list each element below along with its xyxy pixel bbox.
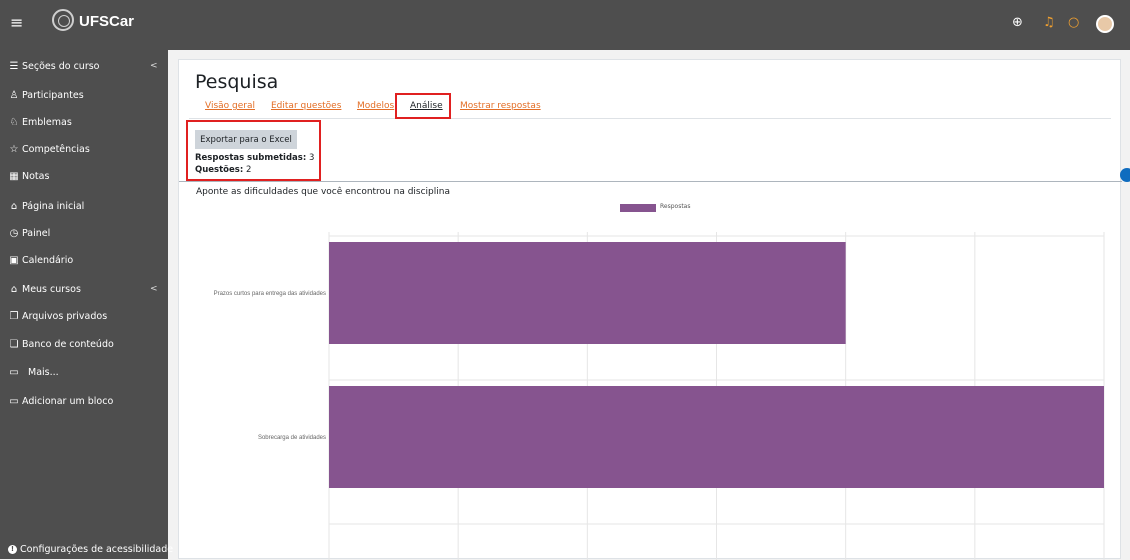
drawer-item-emblemas[interactable]: ♘ Emblemas bbox=[8, 117, 72, 128]
grades-icon: ▦ bbox=[9, 171, 19, 182]
tab-mostrar-respostas[interactable]: Mostrar respostas bbox=[460, 101, 541, 111]
accessibility-settings-link[interactable]: ! Configurações de acessibilidade bbox=[8, 544, 173, 555]
section-separator bbox=[179, 181, 1122, 182]
chart-bar bbox=[329, 242, 846, 344]
chart-bar bbox=[329, 386, 1104, 488]
tab-divider bbox=[189, 118, 1111, 119]
drawer-item-label: Banco de conteúdo bbox=[22, 339, 114, 350]
top-navbar: ≡ UFSCar ⊕ ♫ ○ bbox=[0, 0, 1130, 50]
course-drawer: ☰ Seções do curso < ♙ Participantes ♘ Em… bbox=[0, 50, 168, 559]
collapse-chevron-icon[interactable]: < bbox=[150, 61, 158, 71]
site-brand[interactable]: UFSCar bbox=[79, 13, 134, 30]
tab-editar-questoes[interactable]: Editar questões bbox=[271, 101, 341, 111]
drawer-item-label: Participantes bbox=[22, 90, 84, 101]
calendar-icon: ▣ bbox=[9, 255, 19, 266]
drawer-item-secoes[interactable]: ☰ Seções do curso bbox=[8, 61, 100, 72]
drawer-item-label: Emblemas bbox=[22, 117, 72, 128]
category-label: Prazos curtos para entrega das atividade… bbox=[214, 291, 326, 297]
drawer-item-meus-cursos[interactable]: ⌂ Meus cursos bbox=[8, 284, 81, 295]
avatar[interactable] bbox=[1096, 15, 1114, 33]
drawer-item-notas[interactable]: ▦ Notas bbox=[8, 171, 49, 182]
drawer-item-calendario[interactable]: ▣ Calendário bbox=[8, 255, 73, 266]
home-icon: ⌂ bbox=[10, 201, 18, 212]
tab-modelos[interactable]: Modelos bbox=[357, 101, 394, 111]
folder-icon: ▭ bbox=[9, 367, 19, 378]
star-icon: ☆ bbox=[9, 144, 19, 155]
tab-visao-geral[interactable]: Visão geral bbox=[205, 101, 255, 111]
content-bank-icon: ❏ bbox=[9, 339, 19, 350]
accessibility-icon: ! bbox=[8, 545, 17, 554]
drawer-item-pagina-inicial[interactable]: ⌂ Página inicial bbox=[8, 201, 84, 212]
drawer-item-banco-de-conteudo[interactable]: ❏ Banco de conteúdo bbox=[8, 339, 114, 350]
export-highlight bbox=[186, 120, 321, 181]
drawer-item-label: Meus cursos bbox=[22, 284, 81, 295]
drawer-item-label: Seções do curso bbox=[22, 61, 100, 72]
question-text: Aponte as dificuldades que você encontro… bbox=[196, 187, 450, 197]
drawer-item-label: Calendário bbox=[22, 255, 74, 266]
files-icon: ❐ bbox=[9, 311, 19, 322]
folder-plus-icon: ▭ bbox=[9, 396, 19, 407]
ufscar-logo-icon[interactable] bbox=[52, 9, 74, 31]
legend-label: Respostas bbox=[660, 203, 691, 210]
drawer-item-competencias[interactable]: ☆ Competências bbox=[8, 144, 90, 155]
side-help-badge[interactable] bbox=[1120, 168, 1130, 182]
bell-icon[interactable]: ♫ bbox=[1043, 15, 1055, 30]
bar-chart: Prazos curtos para entrega das atividade… bbox=[214, 232, 1105, 560]
collapse-chevron-icon[interactable]: < bbox=[150, 284, 158, 294]
main-content-card: Pesquisa Visão geral Editar questões Mod… bbox=[178, 59, 1122, 560]
drawer-item-adicionar-bloco[interactable]: ▭ Adicionar um bloco bbox=[8, 396, 113, 407]
badge-icon: ♘ bbox=[9, 117, 19, 128]
drawer-item-label: Arquivos privados bbox=[22, 311, 108, 322]
category-label: Sobrecarga de atividades bbox=[258, 435, 326, 441]
drawer-item-label: Adicionar um bloco bbox=[22, 396, 114, 407]
drawer-item-label: Painel bbox=[22, 228, 51, 239]
list-icon: ☰ bbox=[9, 61, 19, 72]
drawer-item-painel[interactable]: ◷ Painel bbox=[8, 228, 51, 239]
users-icon: ♙ bbox=[9, 90, 19, 101]
active-tab-highlight bbox=[395, 93, 451, 119]
drawer-item-mais[interactable]: ▭ Mais... bbox=[8, 367, 59, 378]
drawer-item-label: Competências bbox=[22, 144, 90, 155]
drawer-item-participantes[interactable]: ♙ Participantes bbox=[8, 90, 84, 101]
drawer-item-arquivos-privados[interactable]: ❐ Arquivos privados bbox=[8, 311, 108, 322]
chat-icon[interactable]: ○ bbox=[1068, 15, 1079, 30]
dashboard-icon: ◷ bbox=[9, 228, 19, 239]
accessibility-label: Configurações de acessibilidade bbox=[20, 544, 174, 555]
drawer-item-label: Notas bbox=[22, 171, 50, 182]
drawer-item-label: Página inicial bbox=[22, 201, 85, 212]
graduation-icon: ⌂ bbox=[10, 284, 18, 295]
globe-icon[interactable]: ⊕ bbox=[1012, 15, 1023, 30]
menu-icon[interactable]: ≡ bbox=[10, 13, 23, 32]
drawer-item-label: Mais... bbox=[28, 367, 59, 378]
page-title: Pesquisa bbox=[195, 71, 279, 93]
